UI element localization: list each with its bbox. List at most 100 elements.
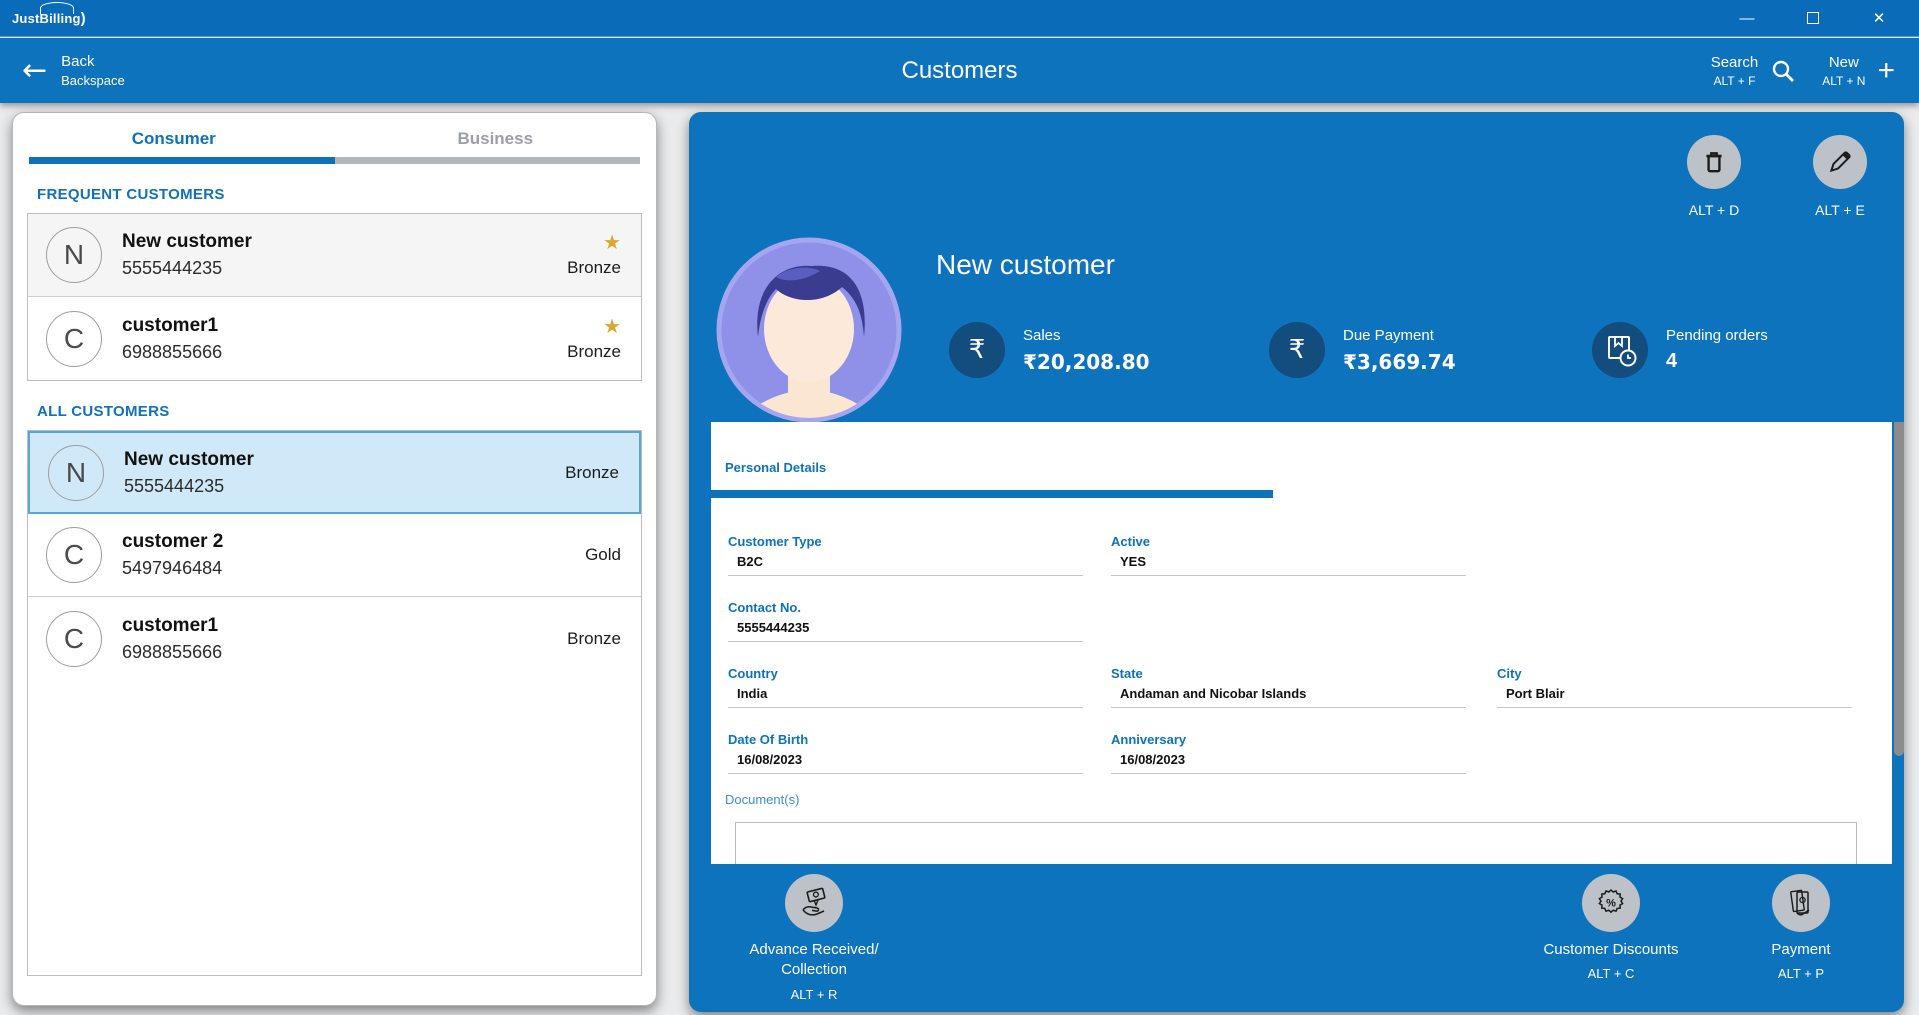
- payment-shortcut: ALT + P: [1778, 966, 1824, 981]
- vertical-scrollbar[interactable]: [1894, 422, 1904, 756]
- customer-avatar-illustration: [716, 237, 902, 423]
- anniversary-value: 16/08/2023: [1111, 752, 1466, 774]
- close-button[interactable]: ✕: [1857, 3, 1901, 33]
- list-item[interactable]: C customer 2 5497946484 Gold: [28, 514, 641, 597]
- avatar: C: [46, 311, 102, 367]
- list-item[interactable]: C customer1 6988855666 ★ Bronze: [28, 297, 641, 380]
- delete-shortcut: ALT + D: [1654, 202, 1774, 218]
- star-icon: ★: [603, 316, 621, 336]
- city-value: Port Blair: [1497, 686, 1852, 708]
- pending-orders-label: Pending orders: [1666, 327, 1768, 344]
- detail-footer-bar: Advance Received/ Collection ALT + R % C…: [689, 864, 1904, 1012]
- star-icon: ★: [603, 232, 621, 252]
- minimize-button[interactable]: —: [1725, 3, 1769, 33]
- personal-details-section: Personal Details Customer Type B2C Activ…: [711, 422, 1892, 864]
- frequent-customers-heading: FREQUENT CUSTOMERS: [37, 186, 656, 203]
- contact-value: 5555444235: [728, 620, 1083, 642]
- customer-type-label: Customer Type: [728, 534, 1083, 549]
- customer-type-field: Customer Type B2C: [728, 534, 1083, 576]
- page-title: Customers: [0, 57, 1919, 85]
- page-header: Customers ← Back Backspace Search ALT + …: [0, 38, 1919, 103]
- all-customers-heading: ALL CUSTOMERS: [37, 403, 656, 420]
- country-label: Country: [728, 666, 1083, 681]
- advance-received-icon: [785, 874, 843, 932]
- state-label: State: [1111, 666, 1466, 681]
- avatar: C: [46, 527, 102, 583]
- tier-badge: Gold: [585, 545, 621, 565]
- state-field: State Andaman and Nicobar Islands: [1111, 666, 1466, 708]
- rupee-icon: ₹: [1269, 322, 1325, 378]
- window-controls: — ✕: [1725, 3, 1901, 33]
- advance-received-shortcut: ALT + R: [791, 987, 838, 1002]
- due-payment-stat: ₹ Due Payment ₹3,669.74: [1269, 322, 1456, 378]
- personal-details-underline: [711, 490, 1273, 498]
- svg-text:%: %: [1606, 898, 1616, 910]
- customer-phone: 5497946484: [122, 558, 223, 579]
- customer-list-panel: Consumer Business FREQUENT CUSTOMERS N N…: [12, 112, 657, 1006]
- due-payment-value: ₹3,669.74: [1343, 350, 1456, 374]
- customer-name: customer1: [122, 315, 222, 337]
- active-field: Active YES: [1111, 534, 1466, 576]
- documents-label: Document(s): [725, 792, 799, 807]
- sales-value: ₹20,208.80: [1023, 350, 1150, 374]
- tier-badge: Bronze: [567, 342, 621, 362]
- pending-orders-stat: Pending orders 4: [1592, 322, 1768, 378]
- payment-button[interactable]: Payment ALT + P: [1726, 874, 1876, 981]
- tab-business[interactable]: Business: [335, 129, 657, 157]
- sales-label: Sales: [1023, 327, 1150, 344]
- tab-underlines: [29, 157, 640, 164]
- contact-label: Contact No.: [728, 600, 1083, 615]
- rupee-icon: ₹: [949, 322, 1005, 378]
- customer-name: customer 2: [122, 531, 223, 553]
- payment-icon: [1772, 874, 1830, 932]
- anniversary-field: Anniversary 16/08/2023: [1111, 732, 1466, 774]
- avatar: N: [46, 227, 102, 283]
- customer-name: New customer: [124, 449, 254, 471]
- sales-stat: ₹ Sales ₹20,208.80: [949, 322, 1150, 378]
- frequent-customers-list: N New customer 5555444235 ★ Bronze C cus…: [27, 213, 642, 381]
- cloud-paren-icon: ): [81, 10, 86, 27]
- advance-received-label-line2: Collection: [749, 960, 878, 980]
- customer-detail-panel: ALT + D ALT + E New customer ₹ Sales: [689, 112, 1904, 1012]
- payment-label: Payment: [1771, 940, 1830, 960]
- dob-label: Date Of Birth: [728, 732, 1083, 747]
- detail-customer-name: New customer: [936, 249, 1115, 281]
- advance-received-button[interactable]: Advance Received/ Collection ALT + R: [729, 874, 899, 1002]
- list-item[interactable]: C customer1 6988855666 Bronze: [28, 597, 641, 680]
- list-item[interactable]: N New customer 5555444235 ★ Bronze: [28, 214, 641, 297]
- pending-orders-value: 4: [1666, 350, 1768, 373]
- customer-phone: 5555444235: [124, 476, 254, 497]
- cloud-logo-icon: [40, 2, 74, 14]
- active-label: Active: [1111, 534, 1466, 549]
- customer-name: New customer: [122, 231, 252, 253]
- active-value: YES: [1111, 554, 1466, 576]
- avatar: N: [48, 445, 104, 501]
- tab-personal-details[interactable]: Personal Details: [725, 460, 826, 475]
- dob-field: Date Of Birth 16/08/2023: [728, 732, 1083, 774]
- title-bar: JustBilling) — ✕: [0, 0, 1919, 37]
- app-logo: JustBilling): [12, 10, 86, 27]
- pending-orders-icon: [1592, 322, 1648, 378]
- trash-icon: [1701, 149, 1727, 175]
- tier-badge: Bronze: [567, 629, 621, 649]
- due-payment-label: Due Payment: [1343, 327, 1456, 344]
- edit-button[interactable]: [1813, 135, 1867, 189]
- customer-discounts-button[interactable]: % Customer Discounts ALT + C: [1536, 874, 1686, 981]
- minimize-icon: —: [1740, 10, 1755, 27]
- anniversary-label: Anniversary: [1111, 732, 1466, 747]
- discount-badge-icon: %: [1582, 874, 1640, 932]
- contact-field: Contact No. 5555444235: [728, 600, 1083, 642]
- documents-box: [735, 822, 1857, 864]
- all-customers-list: N New customer 5555444235 Bronze C custo…: [27, 430, 642, 976]
- customer-type-tabs: Consumer Business: [13, 113, 656, 157]
- tab-consumer-underline: [29, 157, 335, 164]
- tab-consumer[interactable]: Consumer: [13, 129, 335, 157]
- advance-received-label-line1: Advance Received/: [749, 940, 878, 960]
- customer-type-value: B2C: [728, 554, 1083, 576]
- delete-button[interactable]: [1687, 135, 1741, 189]
- person-avatar-icon: [716, 237, 902, 423]
- maximize-icon: [1807, 12, 1819, 24]
- maximize-button[interactable]: [1791, 3, 1835, 33]
- list-item-selected[interactable]: N New customer 5555444235 Bronze: [28, 431, 641, 514]
- country-value: India: [728, 686, 1083, 708]
